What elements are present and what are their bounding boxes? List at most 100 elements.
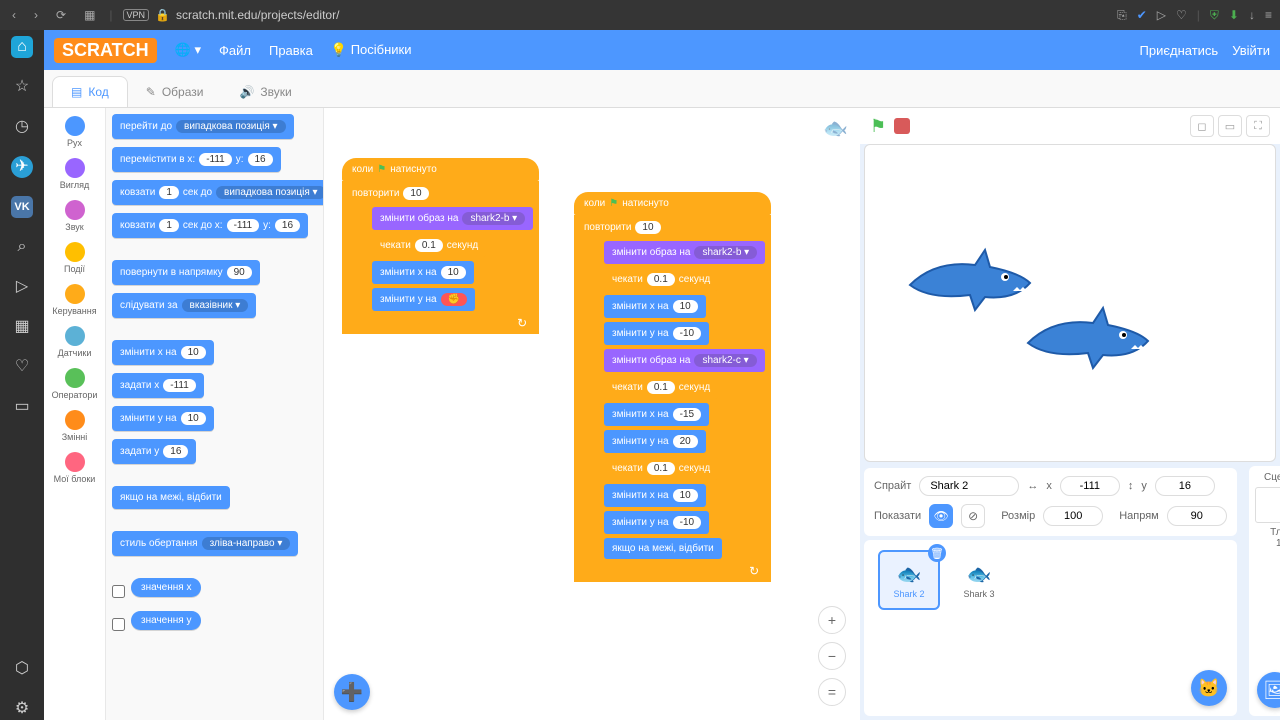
- download-icon[interactable]: ⬇: [1229, 8, 1239, 22]
- glide-block[interactable]: ковзати1сек довипадкова позиція ▾: [112, 180, 324, 205]
- changey-block[interactable]: змінити y на10: [112, 406, 214, 431]
- xpos-reporter[interactable]: значення x: [131, 578, 201, 597]
- nav-forward-icon[interactable]: ›: [30, 8, 42, 22]
- stage-selector[interactable]: Сцена Тло 1 🖼: [1249, 466, 1280, 716]
- adblock-icon[interactable]: ⛨: [1210, 8, 1219, 23]
- xpos-check[interactable]: [112, 585, 125, 598]
- os-sidebar: ⌂ ☆ ◷ ✈ VK ⌕ ▷ ▦ ♡ ▭ ⬡ ⚙: [0, 30, 44, 720]
- category-Змінні[interactable]: Змінні: [44, 406, 105, 446]
- tab-sounds[interactable]: 🔊Звуки: [221, 77, 309, 107]
- hat-block: коли⚑натиснуто: [342, 158, 539, 181]
- sprite-name-input[interactable]: [919, 476, 1019, 496]
- sprite-direction-input[interactable]: [1167, 506, 1227, 526]
- fullscreen-button[interactable]: ⛶: [1246, 115, 1270, 137]
- clock-icon[interactable]: ◷: [11, 116, 33, 138]
- changex-block[interactable]: змінити x на10: [112, 340, 214, 365]
- hide-button[interactable]: ⊘: [961, 504, 985, 528]
- tab-costumes[interactable]: ✎Образи: [128, 77, 222, 107]
- browser-chrome: ‹ › ⟳ ▦ | VPN 🔒 scratch.mit.edu/projects…: [0, 0, 1280, 30]
- stage-thumbnail[interactable]: [1255, 487, 1280, 523]
- category-Події[interactable]: Події: [44, 238, 105, 278]
- vk-icon[interactable]: VK: [11, 196, 33, 218]
- show-button[interactable]: 👁: [929, 504, 953, 528]
- changex-block: змінити x на10: [372, 261, 474, 284]
- add-sprite-button[interactable]: 🐱: [1191, 670, 1227, 706]
- stage[interactable]: [864, 144, 1276, 462]
- file-menu[interactable]: Файл: [219, 43, 251, 58]
- tutorials-menu[interactable]: 💡 Посібники: [331, 42, 412, 58]
- gear-icon[interactable]: ⚙: [11, 698, 33, 720]
- sprite-y-input[interactable]: [1155, 476, 1215, 496]
- sprite-tile-shark3[interactable]: 🐟 Shark 3: [948, 550, 1010, 610]
- cube-icon[interactable]: ⬡: [11, 658, 33, 680]
- extensions-button[interactable]: ➕: [334, 674, 370, 710]
- heart2-icon[interactable]: ♡: [11, 356, 33, 378]
- heart-icon[interactable]: ♡: [1176, 8, 1187, 22]
- goto-block[interactable]: перейти довипадкова позиція ▾: [112, 114, 294, 139]
- reload-icon[interactable]: ⟳: [52, 8, 70, 22]
- menu-icon[interactable]: ≡: [1265, 8, 1272, 22]
- zoom-reset-button[interactable]: =: [818, 678, 846, 706]
- play-icon[interactable]: ▷: [11, 276, 33, 298]
- script-stack-2[interactable]: коли⚑натиснуто повторити10 змінити образ…: [574, 192, 771, 582]
- signin-link[interactable]: Увійти: [1232, 43, 1270, 58]
- scratch-app: SCRATCH 🌐 ▾ Файл Правка 💡 Посібники Приє…: [44, 30, 1280, 720]
- scratch-logo[interactable]: SCRATCH: [54, 38, 157, 63]
- script-canvas[interactable]: 🐟 коли⚑натиснуто повторити10 змінити обр…: [324, 108, 860, 720]
- zoom-in-button[interactable]: +: [818, 606, 846, 634]
- script-stack-1[interactable]: коли⚑натиснуто повторити10 змінити образ…: [342, 158, 539, 334]
- category-Датчики[interactable]: Датчики: [44, 322, 105, 362]
- setx-block[interactable]: задати x-111: [112, 373, 204, 398]
- zoom-out-button[interactable]: −: [818, 642, 846, 670]
- point-block[interactable]: повернути в напрямку90: [112, 260, 260, 285]
- glidexy-block[interactable]: ковзати1сек до x:-111y:16: [112, 213, 308, 238]
- category-Звук[interactable]: Звук: [44, 196, 105, 236]
- gotoxy-block[interactable]: перемістити в x:-111y:16: [112, 147, 281, 172]
- send-icon[interactable]: ▷: [1157, 8, 1166, 22]
- category-color-icon: [65, 368, 85, 388]
- stop-button[interactable]: [894, 118, 910, 134]
- grid-icon[interactable]: ▦: [80, 8, 99, 22]
- category-color-icon: [65, 326, 85, 346]
- wait-block: чекати0.1секунд: [372, 234, 486, 257]
- flag-icon: ⚑: [377, 164, 386, 175]
- bounce-block[interactable]: якщо на межі, відбити: [112, 486, 230, 509]
- sprite-size-input[interactable]: [1043, 506, 1103, 526]
- edit-menu[interactable]: Правка: [269, 43, 313, 58]
- news-icon[interactable]: ▭: [11, 396, 33, 418]
- category-color-icon: [65, 158, 85, 178]
- sprite-tile-shark2[interactable]: 🗑 🐟 Shark 2: [878, 550, 940, 610]
- nav-back-icon[interactable]: ‹: [8, 8, 20, 22]
- join-link[interactable]: Приєднатись: [1140, 43, 1219, 58]
- search-icon[interactable]: ⌕: [11, 236, 33, 258]
- ypos-reporter[interactable]: значення y: [131, 611, 201, 630]
- downloads-icon[interactable]: ↓: [1249, 8, 1255, 22]
- url-bar[interactable]: VPN 🔒 scratch.mit.edu/projects/editor/: [123, 8, 340, 22]
- telegram-icon[interactable]: ✈: [11, 156, 33, 178]
- sprite-x-input[interactable]: [1060, 476, 1120, 496]
- follow-block[interactable]: слідувати завказівник ▾: [112, 293, 256, 318]
- category-Мої блоки[interactable]: Мої блоки: [44, 448, 105, 488]
- add-backdrop-button[interactable]: 🖼: [1257, 672, 1280, 708]
- shield-check-icon[interactable]: ✔: [1137, 8, 1147, 22]
- camera-icon[interactable]: ⎘: [1117, 8, 1127, 23]
- category-Керування[interactable]: Керування: [44, 280, 105, 320]
- shark-icon: 🐟: [967, 562, 992, 587]
- small-stage-button[interactable]: ◻: [1190, 115, 1214, 137]
- globe-icon[interactable]: 🌐 ▾: [175, 42, 201, 58]
- category-Вигляд[interactable]: Вигляд: [44, 154, 105, 194]
- hat-block: коли⚑натиснуто: [574, 192, 771, 215]
- category-Оператори[interactable]: Оператори: [44, 364, 105, 404]
- star-icon[interactable]: ☆: [11, 76, 33, 98]
- green-flag-button[interactable]: ⚑: [870, 116, 886, 137]
- large-stage-button[interactable]: ▭: [1218, 115, 1242, 137]
- ypos-check[interactable]: [112, 618, 125, 631]
- category-Рух[interactable]: Рух: [44, 112, 105, 152]
- rotation-block[interactable]: стиль обертаннязліва-направо ▾: [112, 531, 298, 556]
- apps-icon[interactable]: ▦: [11, 316, 33, 338]
- delete-sprite-icon[interactable]: 🗑: [928, 544, 946, 562]
- home-icon[interactable]: ⌂: [11, 36, 33, 58]
- sety-block[interactable]: задати y16: [112, 439, 196, 464]
- tab-code[interactable]: ▤Код: [52, 76, 128, 107]
- sprite-info-panel: Спрайт ↔ x ↕ y Показати 👁 ⊘: [864, 468, 1237, 536]
